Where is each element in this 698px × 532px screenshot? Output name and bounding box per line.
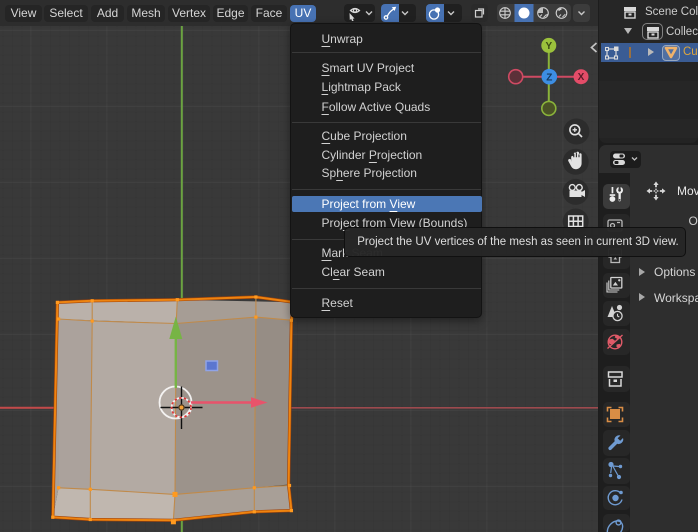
svg-text:Y: Y — [545, 41, 552, 52]
svg-text:Z: Z — [546, 72, 552, 83]
svg-text:X: X — [578, 72, 585, 83]
